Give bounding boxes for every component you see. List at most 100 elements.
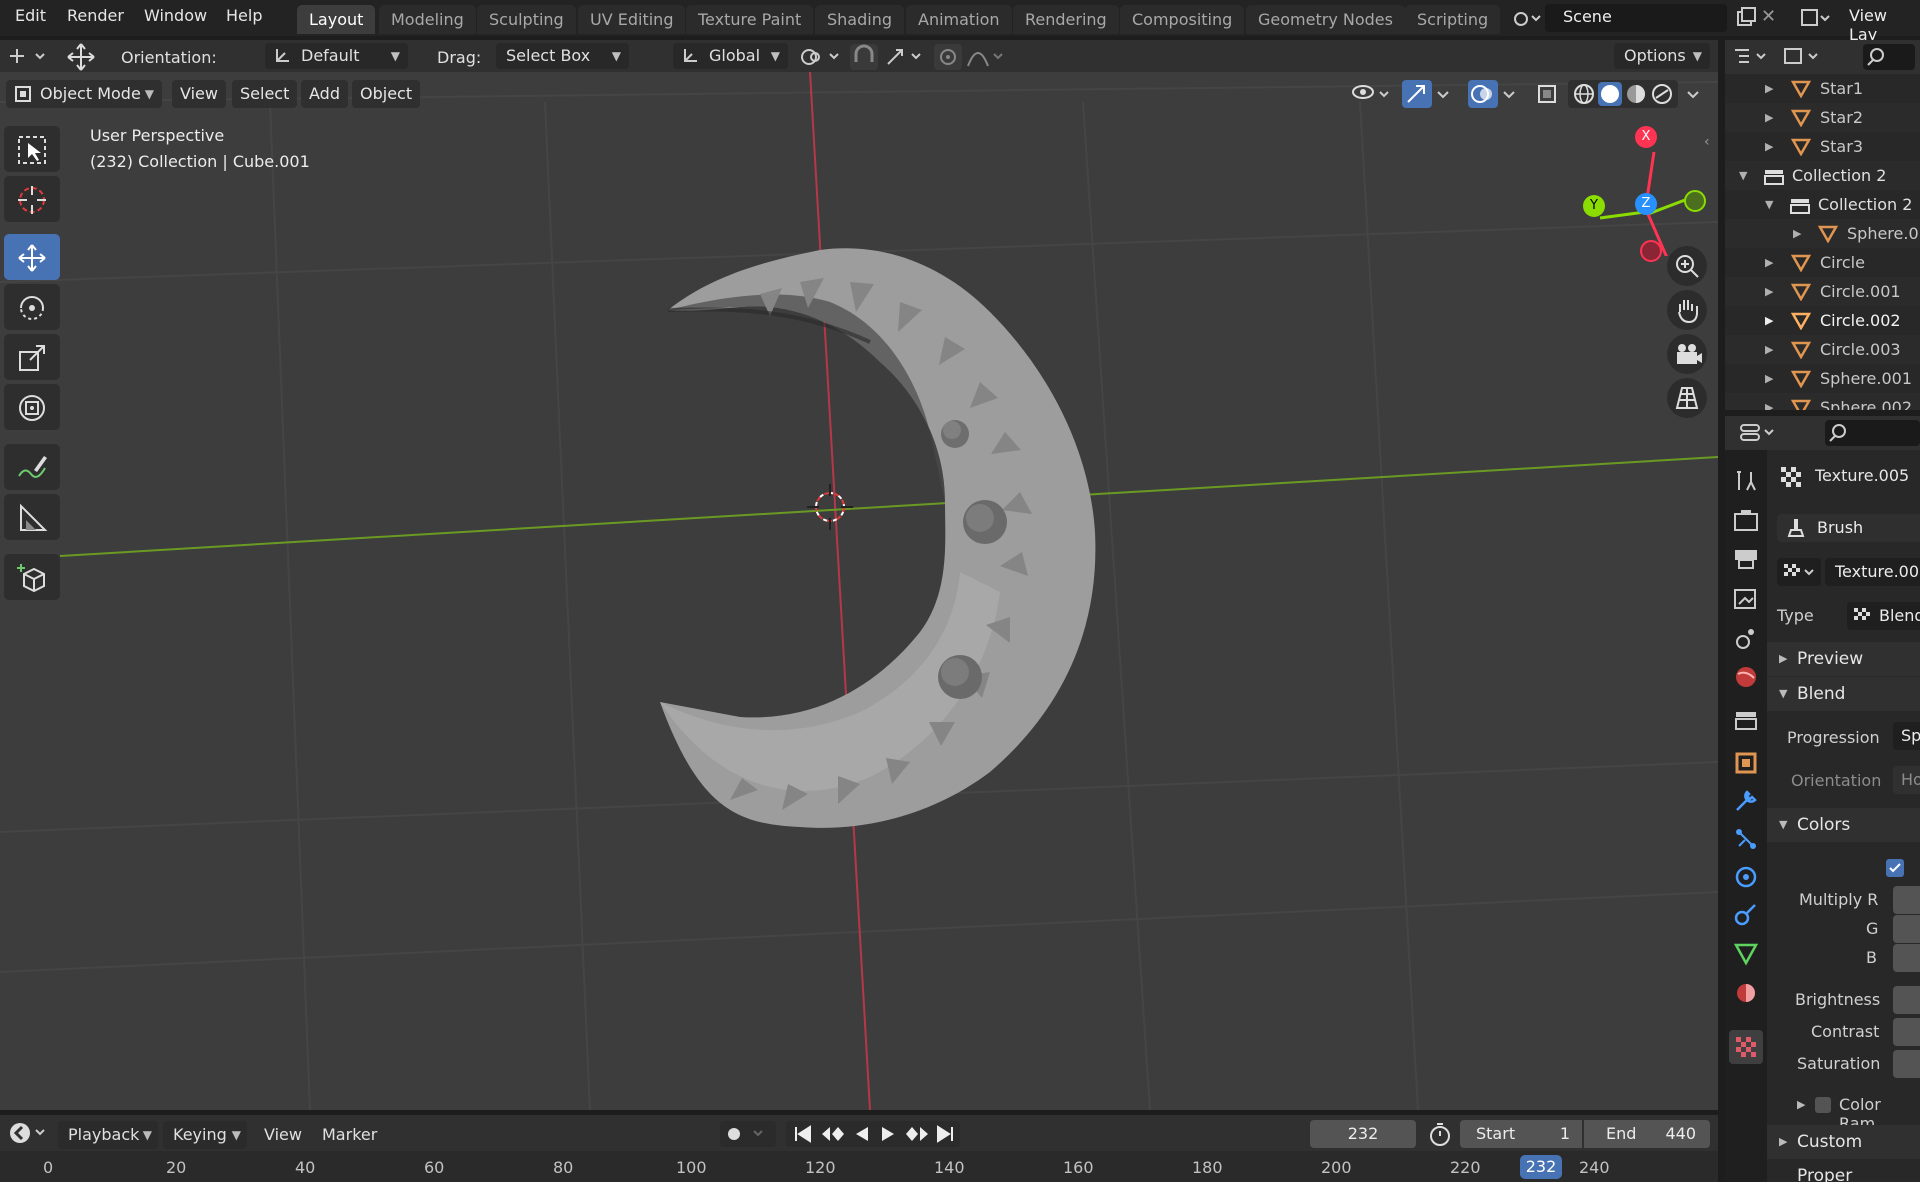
contrast-field[interactable] [1893,1018,1920,1046]
properties-editor-type-icon[interactable] [1739,422,1779,444]
render-properties-icon[interactable] [1729,504,1763,538]
multiply-r-field[interactable] [1893,886,1920,914]
perspective-toggle-icon[interactable] [1667,378,1707,418]
gizmo-x-icon[interactable]: X [1635,126,1657,148]
custom-properties-panel-header[interactable]: ▶ Custom Proper [1767,1125,1920,1182]
outliner-row[interactable]: ▶ Circle [1725,248,1920,277]
rendered-shading-icon[interactable] [1650,82,1674,106]
scene-name-field[interactable]: Scene [1545,4,1727,32]
3d-cursor[interactable] [807,484,853,530]
outliner-row[interactable]: ▶ Star3 [1725,132,1920,161]
multiply-g-field[interactable] [1893,915,1920,943]
texture-name-field[interactable]: Texture.005 [1825,558,1920,586]
gizmo-neg-y-icon[interactable] [1684,190,1706,212]
editor-type-icon[interactable] [8,46,48,68]
jump-to-start-icon[interactable] [790,1123,816,1145]
viewport-menu-object[interactable]: Object [352,80,421,108]
gizmo-neg-x-icon[interactable] [1640,240,1662,262]
gizmo-toggle-icon[interactable] [1402,80,1432,108]
orientation-dropdown[interactable]: Default ▼ [265,43,408,69]
transform-tool[interactable] [4,384,60,430]
tab-modeling[interactable]: Modeling [379,5,476,34]
outliner-row[interactable]: ▶ Star2 [1725,103,1920,132]
tab-sculpting[interactable]: Sculpting [477,5,576,34]
outliner-row[interactable]: ▼ Collection 2 [1725,161,1920,190]
modifier-properties-icon[interactable] [1729,784,1763,818]
outliner-row[interactable]: ▶ Circle.003 [1725,335,1920,364]
object-mode-dropdown[interactable]: Object Mode ▼ [6,80,162,108]
texture-properties-icon[interactable] [1729,1030,1763,1064]
select-box-tool[interactable] [4,126,60,172]
timeline-view-menu[interactable]: View [264,1121,302,1149]
progression-dropdown[interactable]: Sp [1893,722,1920,750]
tab-layout[interactable]: Layout [297,5,376,34]
outliner-row[interactable]: ▶ Star1 [1725,74,1920,103]
rotate-tool[interactable] [4,284,60,330]
move-gizmo-icon[interactable] [66,42,96,72]
world-properties-icon[interactable] [1729,660,1763,694]
move-tool[interactable] [4,234,60,280]
expand-icon[interactable]: ▶ [1793,219,1801,248]
scale-tool[interactable] [4,334,60,380]
tab-uv-editing[interactable]: UV Editing [578,5,686,34]
expand-icon[interactable]: ▶ [1765,364,1773,393]
overlays-toggle-icon[interactable] [1468,80,1498,108]
blend-panel-header[interactable]: ▼ Blend [1767,677,1920,711]
view-layer-properties-icon[interactable] [1729,582,1763,616]
tab-animation[interactable]: Animation [906,5,1012,34]
menu-render[interactable]: Render [67,6,124,25]
options-dropdown[interactable]: Options ▼ [1614,43,1710,69]
tab-scripting[interactable]: Scripting [1405,5,1501,34]
constraints-properties-icon[interactable] [1729,898,1763,932]
viewport-menu-select[interactable]: Select [232,80,298,108]
add-cube-tool[interactable] [4,554,60,600]
annotate-tool[interactable] [4,444,60,490]
start-frame-field[interactable]: Start 1 [1460,1120,1582,1148]
zoom-icon[interactable] [1667,246,1707,286]
expand-icon[interactable]: ▶ [1765,277,1773,306]
menu-help[interactable]: Help [226,6,262,25]
navigation-gizmo-axes[interactable]: X Y Z [1580,126,1716,262]
crescent-moon-mesh[interactable] [660,248,1096,828]
collapse-icon[interactable]: ▼ [1739,161,1747,190]
outliner-row-active[interactable]: ▶ Circle.002 [1725,306,1920,335]
colors-panel-header[interactable]: ▼ Colors [1767,808,1920,842]
preview-range-stopwatch-icon[interactable] [1426,1121,1454,1147]
tab-texture-paint[interactable]: Texture Paint [686,5,814,34]
copy-scene-icon[interactable] [1734,6,1758,30]
tool-settings-icon[interactable] [1729,464,1763,498]
tab-compositing[interactable]: Compositing [1120,5,1245,34]
gizmo-y-icon[interactable]: Y [1583,195,1605,217]
outliner-row[interactable]: ▶ Sphere.001 [1725,364,1920,393]
expand-icon[interactable]: ▶ [1765,74,1773,103]
playback-menu[interactable]: Playback ▼ [58,1121,158,1149]
timeline-marker-menu[interactable]: Marker [322,1121,377,1149]
auto-keying-button[interactable] [720,1121,776,1147]
color-ramp-checkbox[interactable] [1815,1097,1831,1113]
expand-icon[interactable]: ▶ [1765,335,1773,364]
colors-checkbox[interactable] [1886,859,1904,877]
chevron-down-icon[interactable] [1434,80,1454,108]
3d-viewport[interactable]: Object Mode ▼ View Select Add Object ‹ U… [0,72,1718,1110]
end-frame-field[interactable]: End 440 [1584,1120,1710,1148]
camera-view-icon[interactable] [1667,334,1707,374]
saturation-field[interactable] [1893,1050,1920,1078]
outliner-row[interactable]: ▶ Circle.001 [1725,277,1920,306]
object-properties-icon[interactable] [1729,746,1763,780]
outliner-row[interactable]: ▼ Collection 2 [1725,190,1920,219]
play-reverse-icon[interactable] [848,1123,874,1145]
viewport-menu-add[interactable]: Add [301,80,348,108]
outliner-row[interactable]: ▶ Sphere.002 [1725,393,1920,410]
tab-shading[interactable]: Shading [815,5,904,34]
proportional-editing-icon[interactable] [934,44,962,70]
texture-browse-button[interactable] [1777,558,1821,586]
display-mode-icon[interactable] [1783,46,1825,68]
tab-geometry-nodes[interactable]: Geometry Nodes [1246,5,1405,34]
material-preview-icon[interactable] [1624,82,1648,106]
multiply-b-field[interactable] [1893,944,1920,972]
timeline-editor-type-icon[interactable] [8,1120,50,1146]
visibility-selectability-icon[interactable] [1350,80,1394,108]
material-properties-icon[interactable] [1729,976,1763,1010]
type-dropdown[interactable]: Blend [1847,602,1920,630]
preview-panel-header[interactable]: ▶ Preview [1767,642,1920,676]
